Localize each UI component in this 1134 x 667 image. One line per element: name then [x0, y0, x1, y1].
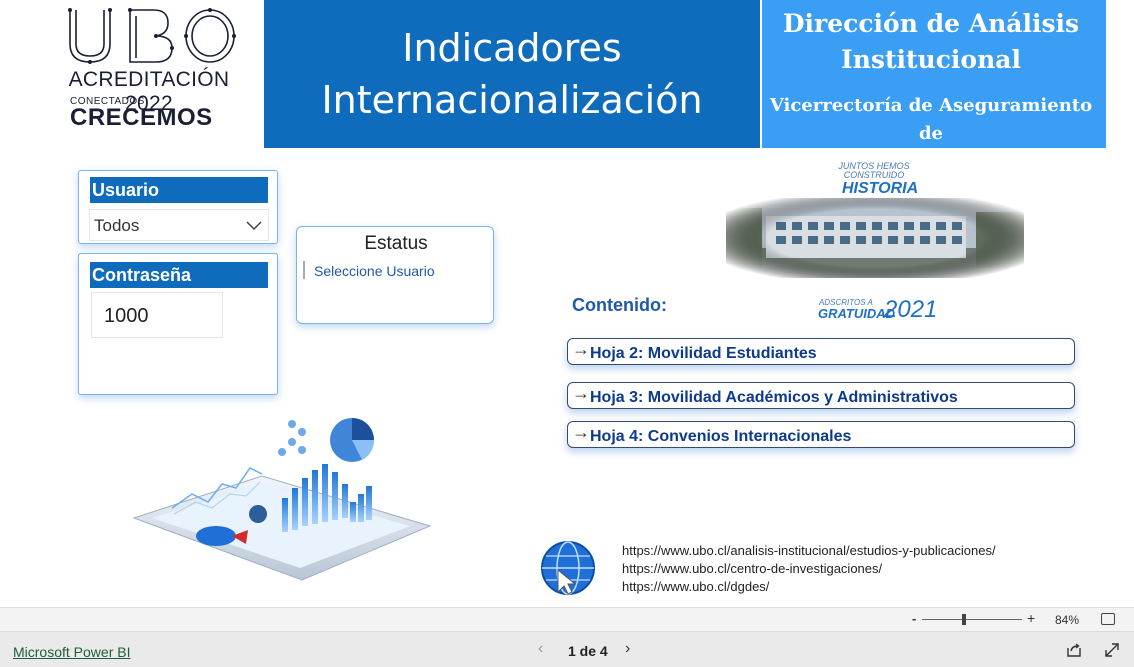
ubo-logo-graphic [68, 8, 236, 64]
page-indicator: 1 de 4 [568, 643, 608, 659]
nav-button-label: Hoja 4: Convenios Internacionales [590, 428, 852, 445]
zoom-out-button[interactable]: - [912, 611, 916, 626]
nav-button-label: Hoja 3: Movilidad Académicos y Administr… [590, 389, 958, 406]
zoom-slider-thumb[interactable] [962, 614, 966, 625]
previous-page-chevron-icon[interactable]: ‹ [538, 640, 543, 658]
contrasena-slicer: Contraseña 1000 [78, 253, 278, 395]
arrow-right-icon: → [572, 339, 590, 359]
fullscreen-expand-icon[interactable] [1104, 642, 1120, 658]
ubo-acreditacion-logo: ACREDITACIÓN 2022 CONECTADOS CRECEMOS [40, 0, 262, 148]
direccion-title-line1: Dirección de Análisis [782, 9, 1080, 38]
juntos-construido-text: JUNTOS HEMOS CONSTRUIDO [838, 161, 910, 180]
arrow-right-icon: → [572, 422, 590, 442]
zoom-slider-track[interactable] [922, 619, 1022, 620]
nav-button-hoja-3[interactable]: → Hoja 3: Movilidad Académicos y Adminis… [567, 382, 1075, 409]
campus-building-image [726, 198, 1024, 278]
page-title-line2: Internacionalización [321, 78, 703, 122]
link-estudios-publicaciones[interactable]: https://www.ubo.cl/analisis-instituciona… [622, 542, 996, 560]
microsoft-power-bi-link[interactable]: Microsoft Power BI [13, 644, 130, 660]
zoom-percent: 84% [1055, 613, 1080, 627]
chevron-down-icon [246, 221, 262, 231]
fit-to-page-icon[interactable] [1101, 613, 1115, 625]
vicerrectoria-line1: Vicerrectoría de Aseguramiento de [769, 95, 1093, 144]
usuario-dropdown-value: Todos [94, 216, 140, 235]
powerbi-footer: Microsoft Power BI ‹ 1 de 4 › [0, 631, 1134, 667]
estatus-card: Estatus Seleccione Usuario [296, 226, 494, 324]
share-icon[interactable] [1066, 642, 1082, 658]
arrow-right-icon: → [572, 383, 590, 403]
usuario-slicer-label: Usuario [90, 177, 268, 203]
analytics-tablet-illustration [132, 418, 432, 581]
zoom-in-button[interactable]: + [1027, 610, 1035, 626]
contrasena-input-value: 1000 [104, 305, 149, 327]
nav-button-hoja-4[interactable]: → Hoja 4: Convenios Internacionales [567, 421, 1075, 448]
reference-links: https://www.ubo.cl/analisis-instituciona… [622, 542, 996, 596]
contrasena-slicer-label: Contraseña [90, 262, 268, 288]
direccion-banner: Dirección de Análisis Institucional Vice… [762, 0, 1106, 172]
gratuidad-year: 2021 [884, 296, 938, 323]
zoom-bar: - + 84% [0, 607, 1134, 631]
historia-text: HISTORIA [842, 180, 919, 197]
link-centro-investigaciones[interactable]: https://www.ubo.cl/centro-de-investigaci… [622, 560, 996, 578]
usuario-slicer: Usuario Todos [78, 170, 278, 244]
contenido-heading: Contenido: [572, 295, 667, 315]
direccion-title: Dirección de Análisis Institucional [762, 6, 1100, 78]
page-title-line1: Indicadores [402, 26, 622, 70]
nav-button-hoja-2[interactable]: → Hoja 2: Movilidad Estudiantes [567, 338, 1075, 365]
nav-button-label: Hoja 2: Movilidad Estudiantes [590, 345, 817, 362]
usuario-dropdown[interactable]: Todos [89, 209, 269, 241]
page-title: Indicadores Internacionalización [264, 22, 760, 126]
logo-crecemos-text: CRECEMOS [70, 104, 213, 131]
estatus-divider [303, 261, 305, 279]
header-title-banner: Indicadores Internacionalización [264, 0, 760, 148]
globe-icon [541, 541, 595, 595]
estatus-value: Seleccione Usuario [314, 263, 435, 279]
direccion-title-line2: Institucional [841, 45, 1021, 74]
link-dgdes[interactable]: https://www.ubo.cl/dgdes/ [622, 578, 996, 596]
contrasena-input[interactable]: 1000 [91, 292, 223, 338]
campus-photo: JUNTOS HEMOS CONSTRUIDO HISTORIA ADSCRIT… [724, 158, 1024, 328]
next-page-chevron-icon[interactable]: › [625, 640, 630, 658]
estatus-title: Estatus [364, 233, 428, 254]
